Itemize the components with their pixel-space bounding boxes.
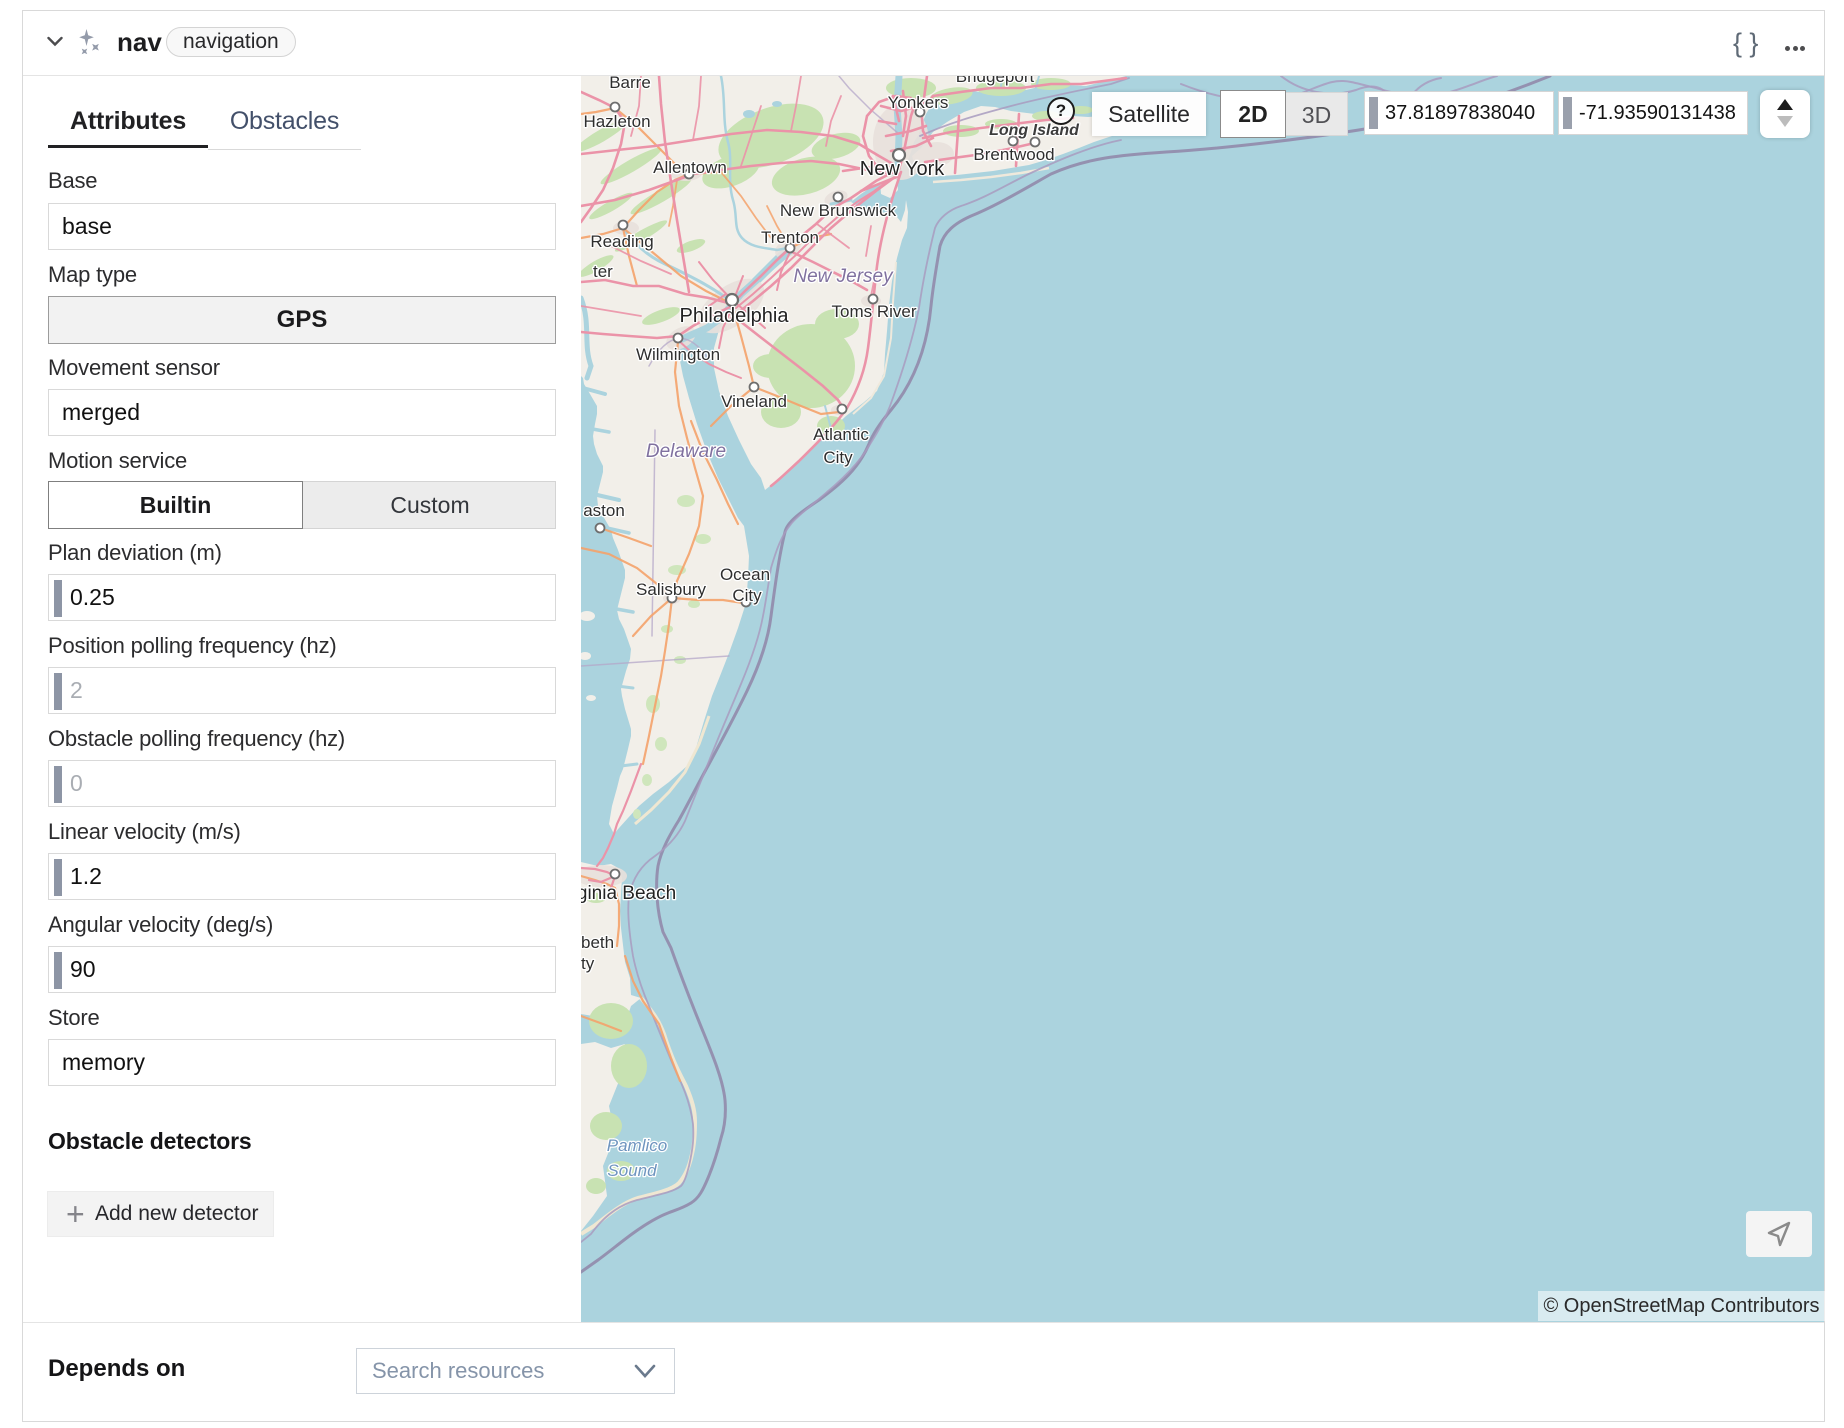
svg-text:Sound: Sound bbox=[607, 1161, 657, 1180]
svg-text:Delaware: Delaware bbox=[646, 441, 726, 462]
svg-text:ty: ty bbox=[581, 954, 595, 973]
svg-text:Allentown: Allentown bbox=[653, 158, 727, 177]
svg-text:Barre: Barre bbox=[609, 76, 651, 92]
svg-text:Reading: Reading bbox=[590, 232, 653, 251]
svg-text:aston: aston bbox=[583, 501, 625, 520]
svg-text:Salisbury: Salisbury bbox=[636, 580, 706, 599]
svg-text:Yonkers: Yonkers bbox=[888, 93, 949, 112]
svg-text:New York: New York bbox=[860, 158, 945, 180]
svg-text:Hazleton: Hazleton bbox=[583, 112, 650, 131]
svg-text:Atlantic: Atlantic bbox=[813, 425, 869, 444]
svg-text:Pamlico: Pamlico bbox=[607, 1136, 667, 1155]
svg-text:Virginia Beach: Virginia Beach bbox=[581, 883, 676, 904]
svg-text:ter: ter bbox=[593, 262, 613, 281]
svg-text:Bridgeport: Bridgeport bbox=[956, 76, 1035, 86]
svg-text:City: City bbox=[823, 448, 853, 467]
svg-text:Wilmington: Wilmington bbox=[636, 345, 720, 364]
svg-text:Ocean: Ocean bbox=[720, 565, 770, 584]
svg-text:New Jersey: New Jersey bbox=[793, 266, 894, 287]
svg-text:Long Island: Long Island bbox=[989, 122, 1080, 139]
svg-text:City: City bbox=[732, 586, 762, 605]
svg-text:Philadelphia: Philadelphia bbox=[680, 305, 790, 327]
svg-text:Toms River: Toms River bbox=[831, 302, 916, 321]
svg-text:New Brunswick: New Brunswick bbox=[780, 201, 897, 220]
svg-text:Trenton: Trenton bbox=[761, 228, 819, 247]
svg-text:beth: beth bbox=[581, 933, 614, 952]
svg-text:Vineland: Vineland bbox=[721, 392, 787, 411]
svg-text:Brentwood: Brentwood bbox=[973, 145, 1054, 164]
